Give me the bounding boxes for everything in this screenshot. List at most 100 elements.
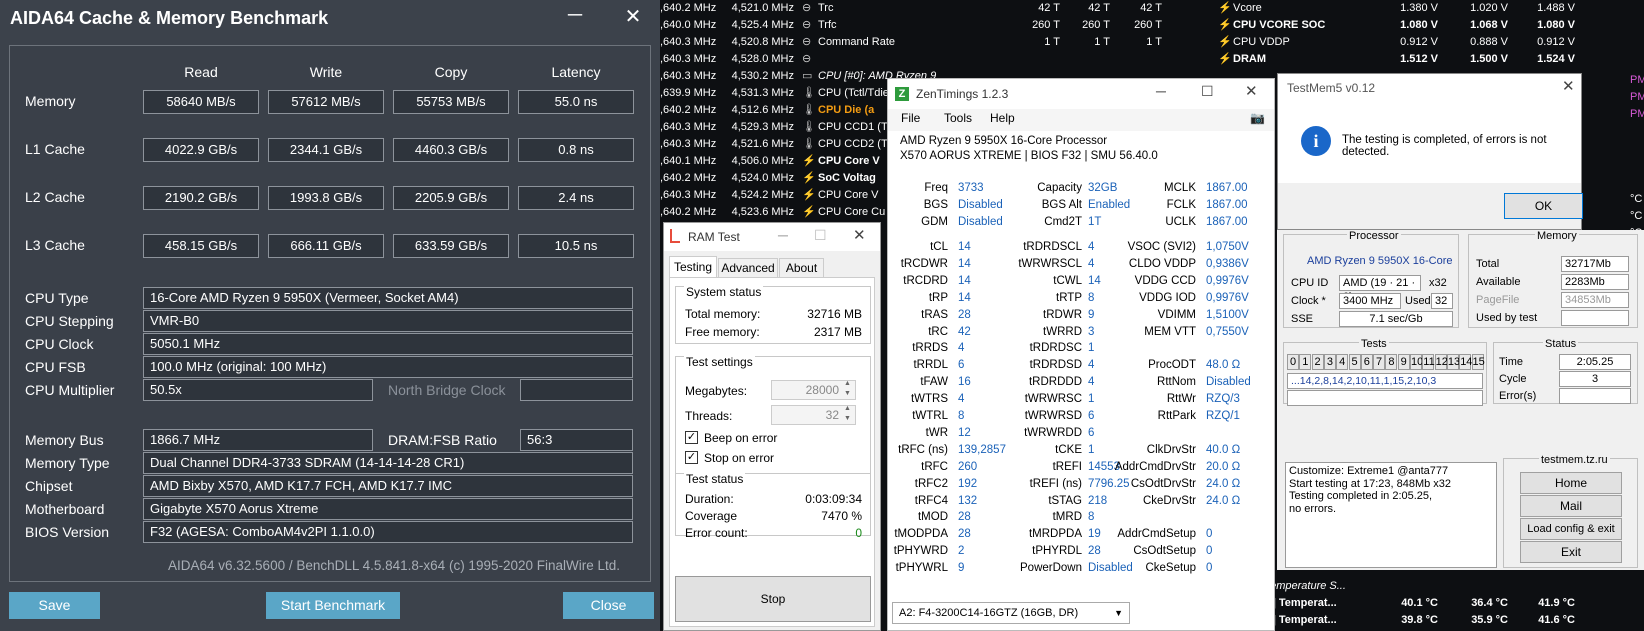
sensor-max: 0.912 V: [1537, 36, 1575, 48]
bench-row-label: L1 Cache: [25, 141, 85, 157]
timing-value: 1867.00: [1206, 216, 1248, 228]
timing-label: tRDRDSCL: [1023, 241, 1082, 253]
sensor-icon: ⚡: [802, 189, 816, 201]
stop-button[interactable]: Stop: [675, 576, 871, 622]
timing-label: tRRDS: [912, 342, 948, 355]
edge-reading: PM: [1630, 108, 1644, 120]
bench-read-value: 58640 MB/s: [143, 90, 259, 114]
total-memory-label: Total memory:: [685, 307, 761, 321]
start-benchmark-button[interactable]: Start Benchmark: [266, 592, 400, 619]
timing-label: tCWL: [1053, 274, 1082, 287]
ram-minimize-button[interactable]: ─: [778, 227, 788, 243]
timing-label: tWRWRSD: [1024, 410, 1082, 422]
nb-clock-label: North Bridge Clock: [388, 382, 506, 398]
timing-label: tMODPDA: [894, 528, 948, 541]
camera-icon[interactable]: 📷: [1250, 111, 1265, 125]
megabytes-stepper[interactable]: ▲ ▼: [844, 379, 851, 399]
mem-type-label: Memory Type: [25, 455, 110, 471]
system-status-group: System status Total memory: 32716 MB Fre…: [675, 285, 871, 344]
bench-latency-value: 0.8 ns: [518, 138, 634, 162]
zen-minimize-button[interactable]: ─: [1156, 83, 1166, 99]
timing-label: CkeDrvStr: [1142, 494, 1196, 507]
close-button[interactable]: Close: [563, 592, 654, 619]
timing-label: RttNom: [1157, 376, 1196, 389]
timing-label: tRCDRD: [903, 274, 948, 287]
chipset-value: AMD Bixby X570, AMD K17.7 FCH, AMD K17.7…: [143, 475, 633, 497]
timing-label: tCL: [930, 241, 948, 253]
status-title: Status: [1543, 338, 1579, 350]
sensor-max: 41.9 °C: [1538, 597, 1575, 609]
timing-value: 1867.00: [1206, 199, 1248, 211]
threads-label: Threads:: [685, 409, 733, 423]
dialog-title: TestMem5 v0.12: [1287, 81, 1376, 95]
time-value: 2:05.25: [1559, 354, 1631, 370]
sensor-min: 1.020 V: [1470, 2, 1508, 14]
dimm-select-value: A2: F4-3200C14-16GTZ (16GB, DR): [899, 607, 1079, 619]
zen-menu-tools[interactable]: Tools: [944, 111, 972, 125]
bench-write-value: 2344.1 GB/s: [268, 138, 384, 162]
save-button[interactable]: Save: [9, 592, 100, 619]
test-cell: 14: [1459, 354, 1473, 370]
total-value: 32717Mb: [1561, 256, 1629, 272]
mail-button[interactable]: Mail: [1520, 495, 1622, 517]
stop-on-error-checkbox[interactable]: ✓: [685, 451, 698, 464]
megabytes-label: Megabytes:: [685, 384, 748, 398]
chevron-down-icon: ▼: [1114, 608, 1123, 618]
cpu-clock-label: CPU Clock: [25, 336, 94, 352]
sensor-min: 35.9 °C: [1471, 614, 1508, 626]
timing-label: CsOdtDrvStr: [1130, 477, 1196, 490]
sensor-name: CPU Core V: [818, 155, 880, 167]
sensor-max: 1.524 V: [1537, 53, 1575, 65]
system-status-title: System status: [684, 285, 764, 299]
timing-label: AddrCmdSetup: [1117, 528, 1196, 541]
minimize-button[interactable]: ─: [562, 4, 588, 27]
clock-reading: ,640.3 MHz: [660, 36, 717, 48]
sensor-name: CPU VCORE SOC: [1233, 19, 1326, 31]
tab-testing[interactable]: Testing: [669, 256, 717, 278]
timing-value: 24.0 Ω: [1206, 494, 1241, 507]
timing-label: ClkDrvStr: [1146, 443, 1196, 456]
log-line: Start testing at 17:23, 848Mb x32: [1289, 477, 1452, 490]
timing-label: tMRDPDA: [1028, 528, 1082, 541]
ramtest-logo-icon: [670, 229, 680, 243]
ram-maximize-button[interactable]: ☐: [814, 227, 827, 244]
timing-value: 0,9976V: [1206, 291, 1249, 304]
exit-button[interactable]: Exit: [1520, 541, 1622, 563]
zen-maximize-button[interactable]: ☐: [1201, 83, 1214, 100]
sensor-icon: 🌡: [802, 87, 816, 99]
zen-close-button[interactable]: ✕: [1245, 82, 1258, 100]
sensor-name: Vcore: [1233, 2, 1262, 14]
sensor-min: 260 T: [1082, 19, 1110, 31]
voltage-icon: ⚡: [1218, 2, 1232, 14]
zen-menu-file[interactable]: File: [901, 111, 920, 125]
clock-reading: ,640.0 MHz: [660, 19, 717, 31]
voltage-icon: ⚡: [1218, 53, 1232, 65]
dimm-select[interactable]: A2: F4-3200C14-16GTZ (16GB, DR) ▼: [892, 602, 1130, 624]
sensor-icon: ⊖: [802, 19, 812, 31]
timing-value: Disabled: [1206, 376, 1251, 389]
load-config-exit-button[interactable]: Load config & exit: [1520, 518, 1622, 540]
home-button[interactable]: Home: [1520, 472, 1622, 494]
threads-stepper[interactable]: ▲ ▼: [844, 404, 851, 424]
timing-value: RZQ/3: [1206, 393, 1240, 406]
cycle-value: 3: [1559, 371, 1631, 387]
clock-reading: 4,530.2 MHz: [731, 70, 794, 82]
ram-close-button[interactable]: ✕: [853, 226, 866, 244]
dialog-close-button[interactable]: ✕: [1562, 77, 1575, 95]
zen-cpu-name: AMD Ryzen 9 5950X 16-Core Processor: [900, 135, 1108, 147]
beep-checkbox[interactable]: ✓: [685, 431, 698, 444]
clock-reading: 4,524.2 MHz: [731, 189, 794, 201]
pagefile-value: 34853Mb: [1561, 292, 1629, 308]
sensor-min: 1.500 V: [1470, 53, 1508, 65]
log-line: no errors.: [1289, 502, 1337, 515]
ok-button[interactable]: OK: [1504, 193, 1583, 219]
timing-label: tSTAG: [1048, 494, 1082, 507]
bench-latency-value: 2.4 ns: [518, 186, 634, 210]
timing-label: CLDO VDDP: [1128, 257, 1196, 270]
zen-menu-help[interactable]: Help: [990, 111, 1015, 125]
sensor-name: CPU VDDP: [1233, 36, 1290, 48]
edge-reading: PM: [1630, 91, 1644, 103]
tab-advanced[interactable]: Advanced: [718, 258, 778, 278]
tab-about[interactable]: About: [779, 258, 824, 278]
close-window-button[interactable]: ✕: [620, 4, 646, 29]
